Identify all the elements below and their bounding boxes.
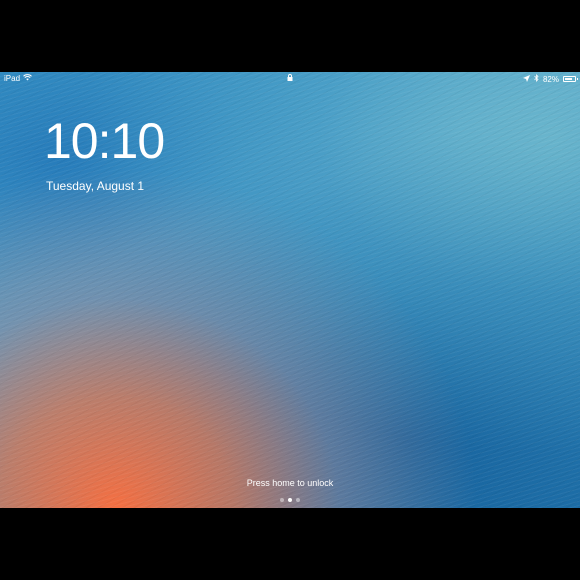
battery-percent: 82% [542, 74, 559, 84]
page-dot [296, 498, 300, 502]
page-dot [288, 498, 292, 502]
battery-icon [563, 76, 578, 82]
battery-level [565, 78, 572, 80]
bluetooth-icon [534, 74, 539, 84]
wifi-icon [23, 74, 32, 83]
lock-screen-time: 10:10 [44, 113, 165, 169]
lock-screen-date: Tuesday, August 1 [46, 179, 145, 193]
location-arrow-icon [522, 74, 530, 84]
device-frame: iPad 82% 10:10 Tuesday, August 1 Press h… [0, 0, 580, 580]
device-name: iPad [4, 74, 21, 83]
status-left: iPad [4, 74, 32, 83]
page-dot [280, 498, 284, 502]
lock-screen: iPad 82% 10:10 Tuesday, August 1 Press h… [0, 72, 580, 508]
page-indicator [0, 498, 580, 502]
lock-icon [287, 74, 293, 83]
status-bar: iPad 82% [0, 72, 580, 86]
unlock-hint: Press home to unlock [246, 478, 334, 488]
status-right: 82% [522, 74, 578, 84]
